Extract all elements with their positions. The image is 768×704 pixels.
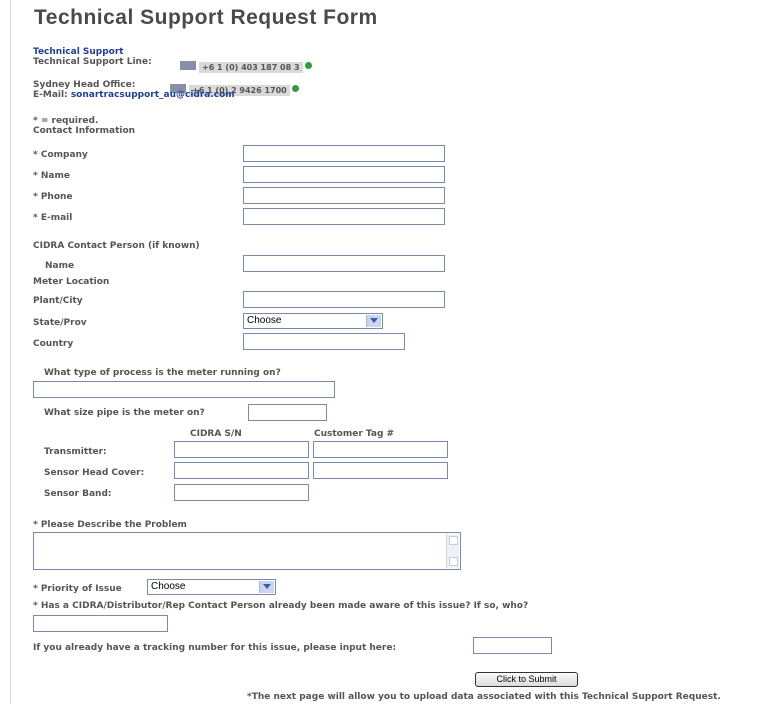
submit-button[interactable]: Click to Submit: [475, 672, 578, 687]
priority-label: * Priority of Issue: [33, 584, 122, 594]
office-label: Sydney Head Office:: [33, 80, 136, 90]
email-field-label: * E-mail: [33, 213, 73, 223]
sensor-band-label: Sensor Band:: [44, 489, 112, 499]
state-label: State/Prov: [33, 318, 87, 328]
email-input[interactable]: [243, 208, 445, 225]
plant-city-input[interactable]: [243, 291, 445, 308]
sensor-head-label: Sensor Head Cover:: [44, 468, 145, 478]
transmitter-tag-input[interactable]: [313, 441, 448, 458]
page-title: Technical Support Request Form: [34, 6, 378, 29]
serial-header: CIDRA S/N: [190, 429, 242, 439]
footer-note: *The next page will allow you to upload …: [247, 692, 721, 702]
name-input[interactable]: [243, 166, 445, 183]
australia-flag-icon: [180, 61, 196, 70]
aware-contact-input[interactable]: [33, 615, 168, 632]
transmitter-serial-input[interactable]: [174, 441, 309, 458]
support-email-link[interactable]: sonartracsupport_au@cidra.com: [71, 90, 235, 100]
state-select[interactable]: Choose: [243, 313, 383, 329]
state-select-value: Choose: [247, 315, 282, 326]
page-left-border: [10, 0, 11, 704]
pipe-size-input[interactable]: [248, 404, 327, 421]
scroll-down-icon[interactable]: [449, 557, 458, 566]
country-label: Country: [33, 339, 74, 349]
sensor-band-serial-input[interactable]: [174, 484, 309, 501]
meter-location-heading: Meter Location: [33, 277, 110, 287]
tracking-number-input[interactable]: [473, 637, 552, 654]
support-line-phone-chip: +6 1 (0) 403 187 08 3: [180, 55, 312, 74]
pipe-question: What size pipe is the meter on?: [44, 408, 205, 418]
name-label: * Name: [33, 171, 70, 181]
support-line-phone: +6 1 (0) 403 187 08 3: [199, 62, 303, 73]
cidra-name-input[interactable]: [243, 255, 445, 272]
company-label: * Company: [33, 150, 88, 160]
priority-select-value: Choose: [151, 581, 186, 592]
company-input[interactable]: [243, 145, 445, 162]
scroll-up-icon[interactable]: [449, 536, 458, 545]
process-question: What type of process is the meter runnin…: [44, 368, 281, 378]
priority-select[interactable]: Choose: [147, 579, 276, 595]
cidra-name-label: Name: [45, 261, 75, 271]
process-input[interactable]: [33, 381, 335, 398]
sensor-head-serial-input[interactable]: [174, 462, 309, 479]
phone-label: * Phone: [33, 192, 73, 202]
transmitter-label: Transmitter:: [44, 447, 107, 457]
aware-question: * Has a CIDRA/Distributor/Rep Contact Pe…: [33, 601, 529, 611]
tag-header: Customer Tag #: [314, 429, 395, 439]
call-icon[interactable]: [304, 62, 312, 69]
problem-textarea[interactable]: [33, 532, 461, 570]
problem-label: * Please Describe the Problem: [33, 520, 187, 530]
tracking-question: If you already have a tracking number fo…: [33, 643, 397, 653]
required-note: * = required.: [33, 116, 99, 126]
contact-info-heading: Contact Information: [33, 126, 136, 136]
plant-city-label: Plant/City: [33, 296, 83, 306]
cidra-contact-heading: CIDRA Contact Person (if known): [33, 241, 200, 251]
chevron-down-icon[interactable]: [366, 315, 381, 327]
chevron-down-icon[interactable]: [259, 581, 274, 593]
textarea-scrollbar[interactable]: [446, 534, 459, 568]
country-input[interactable]: [243, 333, 405, 350]
call-icon[interactable]: [291, 85, 299, 92]
phone-input[interactable]: [243, 187, 445, 204]
email-label: E-Mail:: [33, 90, 68, 100]
sensor-head-tag-input[interactable]: [313, 462, 448, 479]
support-line-label: Technical Support Line:: [33, 57, 152, 67]
support-heading: Technical Support: [33, 47, 124, 57]
